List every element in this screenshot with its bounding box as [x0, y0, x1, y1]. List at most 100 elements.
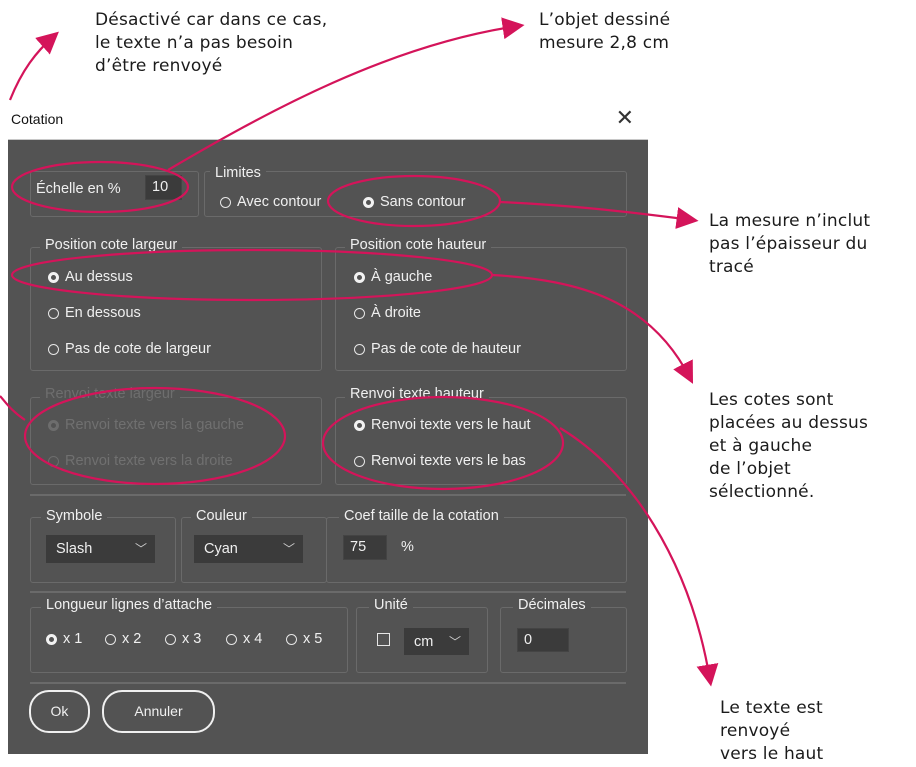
- symbol-label: Symbole: [41, 508, 108, 524]
- symbol-select[interactable]: Slash ﹀: [46, 535, 155, 563]
- radio-avec-contour[interactable]: Avec contour: [220, 194, 321, 210]
- annotation-line: le texte n’a pas besoin: [95, 33, 294, 53]
- radio-label: Renvoi texte vers le bas: [371, 453, 526, 469]
- decimals-label: Décimales: [513, 597, 591, 613]
- radio-pas-cote-hauteur[interactable]: Pas de cote de hauteur: [354, 341, 521, 357]
- arrow-to-disabled-note: [8, 31, 59, 101]
- radio-icon: [165, 633, 176, 645]
- radio-renvoi-droite: Renvoi texte vers la droite: [48, 453, 233, 469]
- annotation-line: d’être renvoyé: [95, 56, 223, 76]
- radio-x5[interactable]: x 5: [286, 631, 322, 647]
- annotation-line: L’objet dessiné: [539, 10, 671, 30]
- radio-icon: [354, 455, 365, 467]
- close-icon[interactable]: ✕: [616, 105, 634, 131]
- annotation-line: tracé: [709, 257, 754, 277]
- annotation-line: vers le haut: [720, 744, 824, 764]
- annotation-object-size: L’objet dessiné mesure 2,8 cm: [539, 9, 670, 55]
- annotation-placement: Les cotes sont placées au dessus et à ga…: [709, 389, 868, 504]
- symbol-value: Slash: [56, 541, 93, 557]
- radio-renvoi-haut[interactable]: Renvoi texte vers le haut: [354, 417, 531, 433]
- radio-renvoi-bas[interactable]: Renvoi texte vers le bas: [354, 453, 526, 469]
- radio-label: En dessous: [65, 305, 141, 321]
- scale-label: Échelle en %: [36, 181, 121, 197]
- radio-x3[interactable]: x 3: [165, 631, 201, 647]
- radio-icon: [48, 419, 59, 431]
- annotation-line: Le texte est: [720, 698, 823, 718]
- annotation-stroke: La mesure n’inclut pas l’épaisseur du tr…: [709, 210, 870, 279]
- annotation-line: placées au dessus: [709, 413, 869, 433]
- color-select[interactable]: Cyan ﹀: [194, 535, 303, 563]
- scale-input[interactable]: 10: [145, 175, 182, 200]
- radio-label: x 2: [122, 631, 142, 647]
- annotation-line: sélectionné.: [709, 482, 815, 502]
- radio-label: Renvoi texte vers la gauche: [65, 417, 244, 433]
- radio-au-dessus[interactable]: Au dessus: [48, 269, 133, 285]
- radio-icon: [48, 271, 59, 283]
- radio-label: Sans contour: [380, 194, 466, 210]
- annotation-line: de l’objet: [709, 459, 791, 479]
- radio-en-dessous[interactable]: En dessous: [48, 305, 141, 321]
- radio-icon: [354, 307, 365, 319]
- cotation-dialog: Cotation ✕ Échelle en % 10 Limites Avec …: [8, 99, 648, 754]
- unit-value: cm: [414, 634, 434, 650]
- radio-label: Pas de cote de largeur: [65, 341, 211, 357]
- radio-icon: [48, 343, 59, 355]
- radio-pas-cote-largeur[interactable]: Pas de cote de largeur: [48, 341, 211, 357]
- color-label: Couleur: [191, 508, 252, 524]
- radio-icon: [354, 419, 365, 431]
- radio-sans-contour[interactable]: Sans contour: [363, 194, 465, 210]
- radio-icon: [363, 196, 374, 208]
- annotation-line: pas l’épaisseur du: [709, 234, 868, 254]
- radio-label: Pas de cote de hauteur: [371, 341, 521, 357]
- height-text-group: [335, 397, 627, 485]
- radio-icon: [226, 633, 237, 645]
- radio-label: À gauche: [371, 269, 433, 285]
- chevron-down-icon: ﹀: [134, 542, 147, 556]
- radio-x4[interactable]: x 4: [226, 631, 262, 647]
- annotation-line: renvoyé: [720, 721, 791, 741]
- separator: [30, 494, 626, 496]
- radio-icon: [354, 271, 365, 283]
- decimals-input[interactable]: 0: [517, 628, 569, 652]
- radio-icon: [105, 633, 116, 645]
- unit-label: Unité: [369, 597, 413, 613]
- annotation-line: Désactivé car dans ce cas,: [95, 10, 328, 30]
- radio-x2[interactable]: x 2: [105, 631, 141, 647]
- radio-label: x 3: [182, 631, 202, 647]
- unit-select[interactable]: cm ﹀: [404, 628, 469, 655]
- height-position-label: Position cote hauteur: [345, 237, 492, 253]
- coef-input[interactable]: 75: [343, 535, 387, 560]
- radio-label: À droite: [371, 305, 421, 321]
- width-position-label: Position cote largeur: [40, 237, 183, 253]
- radio-icon: [354, 343, 365, 355]
- ok-button[interactable]: Ok: [29, 690, 90, 733]
- radio-label: Renvoi texte vers la droite: [65, 453, 233, 469]
- chevron-down-icon: ﹀: [448, 635, 461, 649]
- dialog-title: Cotation: [11, 111, 64, 127]
- radio-label: Renvoi texte vers le haut: [371, 417, 531, 433]
- color-value: Cyan: [204, 541, 238, 557]
- radio-renvoi-gauche: Renvoi texte vers la gauche: [48, 417, 244, 433]
- radio-x1[interactable]: x 1: [46, 631, 82, 647]
- radio-label: Au dessus: [65, 269, 133, 285]
- radio-a-gauche[interactable]: À gauche: [354, 269, 432, 285]
- coef-label: Coef taille de la cotation: [339, 508, 504, 524]
- radio-a-droite[interactable]: À droite: [354, 305, 421, 321]
- annotation-line: La mesure n’inclut: [709, 211, 871, 231]
- height-text-label: Renvoi texte hauteur: [345, 386, 489, 402]
- radio-icon: [48, 307, 59, 319]
- width-text-label: Renvoi texte largeur: [40, 386, 180, 402]
- dialog-titlebar: Cotation ✕: [8, 99, 648, 140]
- unit-checkbox[interactable]: [377, 633, 390, 646]
- annotation-text-up: Le texte est renvoyé vers le haut: [720, 697, 823, 766]
- annotation-line: et à gauche: [709, 436, 813, 456]
- annotation-disabled: Désactivé car dans ce cas, le texte n’a …: [95, 9, 327, 78]
- cancel-button[interactable]: Annuler: [102, 690, 215, 733]
- annotation-line: mesure 2,8 cm: [539, 33, 670, 53]
- radio-icon: [46, 633, 57, 645]
- radio-label: Avec contour: [237, 194, 322, 210]
- separator: [30, 591, 626, 593]
- radio-label: x 4: [243, 631, 263, 647]
- limits-label: Limites: [210, 165, 266, 181]
- radio-icon: [48, 455, 59, 467]
